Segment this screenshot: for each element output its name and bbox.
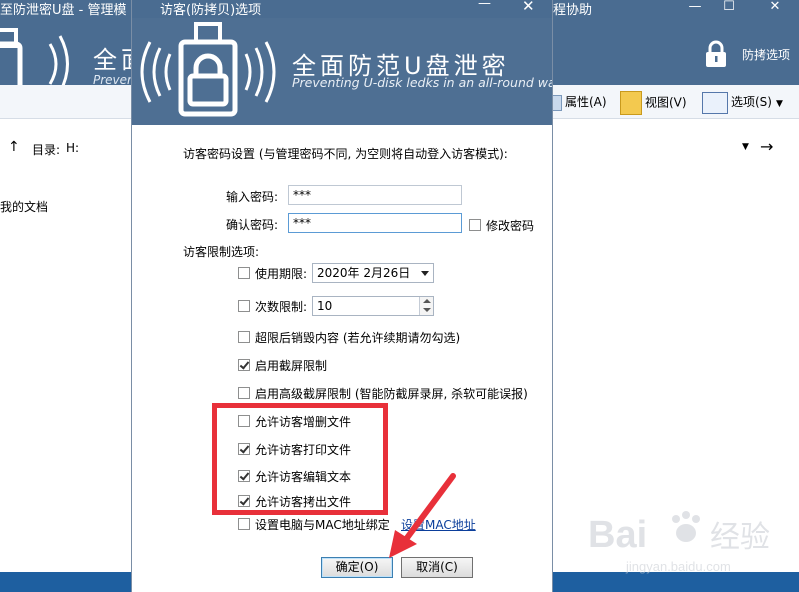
minimize-icon[interactable]: —	[478, 0, 491, 11]
usage-period-date-value: 2020年 2月26日	[317, 266, 411, 280]
spin-up-icon[interactable]	[423, 299, 431, 303]
screenshot-limit-label[interactable]: 启用截屏限制	[255, 357, 327, 374]
mac-binding-label[interactable]: 设置电脑与MAC地址绑定	[255, 516, 390, 533]
restrictions-heading: 访客限制选项:	[183, 245, 260, 259]
background-window-title: 至防泄密U盘 - 管理模	[0, 3, 127, 18]
close-icon[interactable]: ✕	[762, 0, 788, 16]
count-limit-value: 10	[317, 299, 333, 313]
change-password-label[interactable]: 修改密码	[486, 217, 534, 234]
count-limit-checkbox[interactable]	[238, 300, 250, 312]
watermark-url: jingyan.baidu.com	[625, 559, 731, 574]
minimize-icon[interactable]: —	[682, 0, 708, 16]
usage-period-label[interactable]: 使用期限:	[255, 265, 307, 282]
toolbar-view-label: 视图(V)	[645, 95, 687, 110]
advanced-screenshot-label[interactable]: 启用高级截屏限制 (智能防截屏录屏, 杀软可能误报)	[255, 385, 528, 402]
confirm-password-input[interactable]: ***	[288, 213, 462, 233]
directory-value[interactable]: H:	[66, 141, 79, 155]
toolbar-options-label: 选项(S)	[731, 95, 772, 109]
dialog-title: 访客(防拷贝)选项	[160, 3, 262, 18]
watermark-brand: Bai	[588, 514, 647, 556]
password-input[interactable]: ***	[288, 185, 462, 205]
stepper-buttons[interactable]	[419, 297, 433, 315]
baidu-watermark: Bai 经验 jingyan.baidu.com	[588, 505, 788, 578]
password-label: 输入密码:	[226, 190, 279, 204]
watermark-brand-cn: 经验	[710, 520, 770, 555]
dropdown-icon[interactable]: ▼	[742, 142, 749, 152]
advanced-screenshot-checkbox[interactable]	[238, 387, 250, 399]
view-icon	[620, 91, 642, 115]
change-password-checkbox[interactable]	[469, 219, 481, 231]
highlight-box	[212, 403, 388, 515]
password-settings-heading: 访客密码设置 (与管理密码不同, 为空则将自动登入访客模式):	[183, 147, 508, 161]
toolbar-view[interactable]: 视图(V)	[620, 91, 687, 115]
usage-period-date-select[interactable]: 2020年 2月26日	[312, 263, 434, 283]
baidu-paw-logo: Bai 经验 jingyan.baidu.com	[588, 511, 770, 574]
options-icon	[702, 91, 728, 114]
count-limit-stepper[interactable]: 10	[312, 296, 434, 316]
screenshot-limit-checkbox[interactable]	[238, 359, 250, 371]
toolbar-options[interactable]: 选项(S) ▼	[702, 91, 783, 114]
up-arrow-icon[interactable]: ↑	[8, 139, 20, 155]
usage-period-checkbox[interactable]	[238, 267, 250, 279]
forward-arrow-icon[interactable]: →	[760, 137, 773, 156]
protect-options-label[interactable]: 防拷选项	[742, 46, 790, 63]
maximize-icon[interactable]: ☐	[716, 0, 742, 16]
dialog-banner-subtitle: Preventing U-disk ledks in an all-round …	[292, 75, 552, 90]
destroy-content-checkbox[interactable]	[238, 331, 250, 343]
mac-binding-checkbox[interactable]	[238, 518, 250, 530]
chevron-down-icon[interactable]	[421, 271, 429, 276]
dialog-titlebar: 访客(防拷贝)选项 — ✕	[132, 0, 552, 18]
background-help-label: 程协助	[553, 3, 593, 18]
left-doc-item[interactable]: 我的文档	[0, 198, 48, 215]
confirm-password-label: 确认密码:	[226, 218, 279, 232]
chevron-down-icon[interactable]: ▼	[776, 99, 783, 109]
close-icon[interactable]: ✕	[522, 0, 535, 15]
count-limit-label[interactable]: 次数限制:	[255, 298, 307, 315]
ok-button[interactable]: 确定(O)	[321, 557, 393, 578]
toolbar-attributes-label: 属性(A)	[565, 95, 607, 109]
red-arrow-icon	[389, 473, 456, 558]
cancel-button[interactable]: 取消(C)	[401, 557, 473, 578]
spin-down-icon[interactable]	[423, 308, 431, 312]
toolbar-attributes[interactable]: 属性(A)	[548, 91, 607, 113]
destroy-content-label[interactable]: 超限后销毁内容 (若允许续期请勿勾选)	[255, 329, 460, 346]
lock-icon[interactable]	[703, 40, 729, 70]
usb-lock-icon	[140, 22, 276, 117]
directory-label: 目录:	[32, 143, 61, 157]
dialog-banner: 全面防范U盘泄密 Preventing U-disk ledks in an a…	[132, 18, 552, 125]
